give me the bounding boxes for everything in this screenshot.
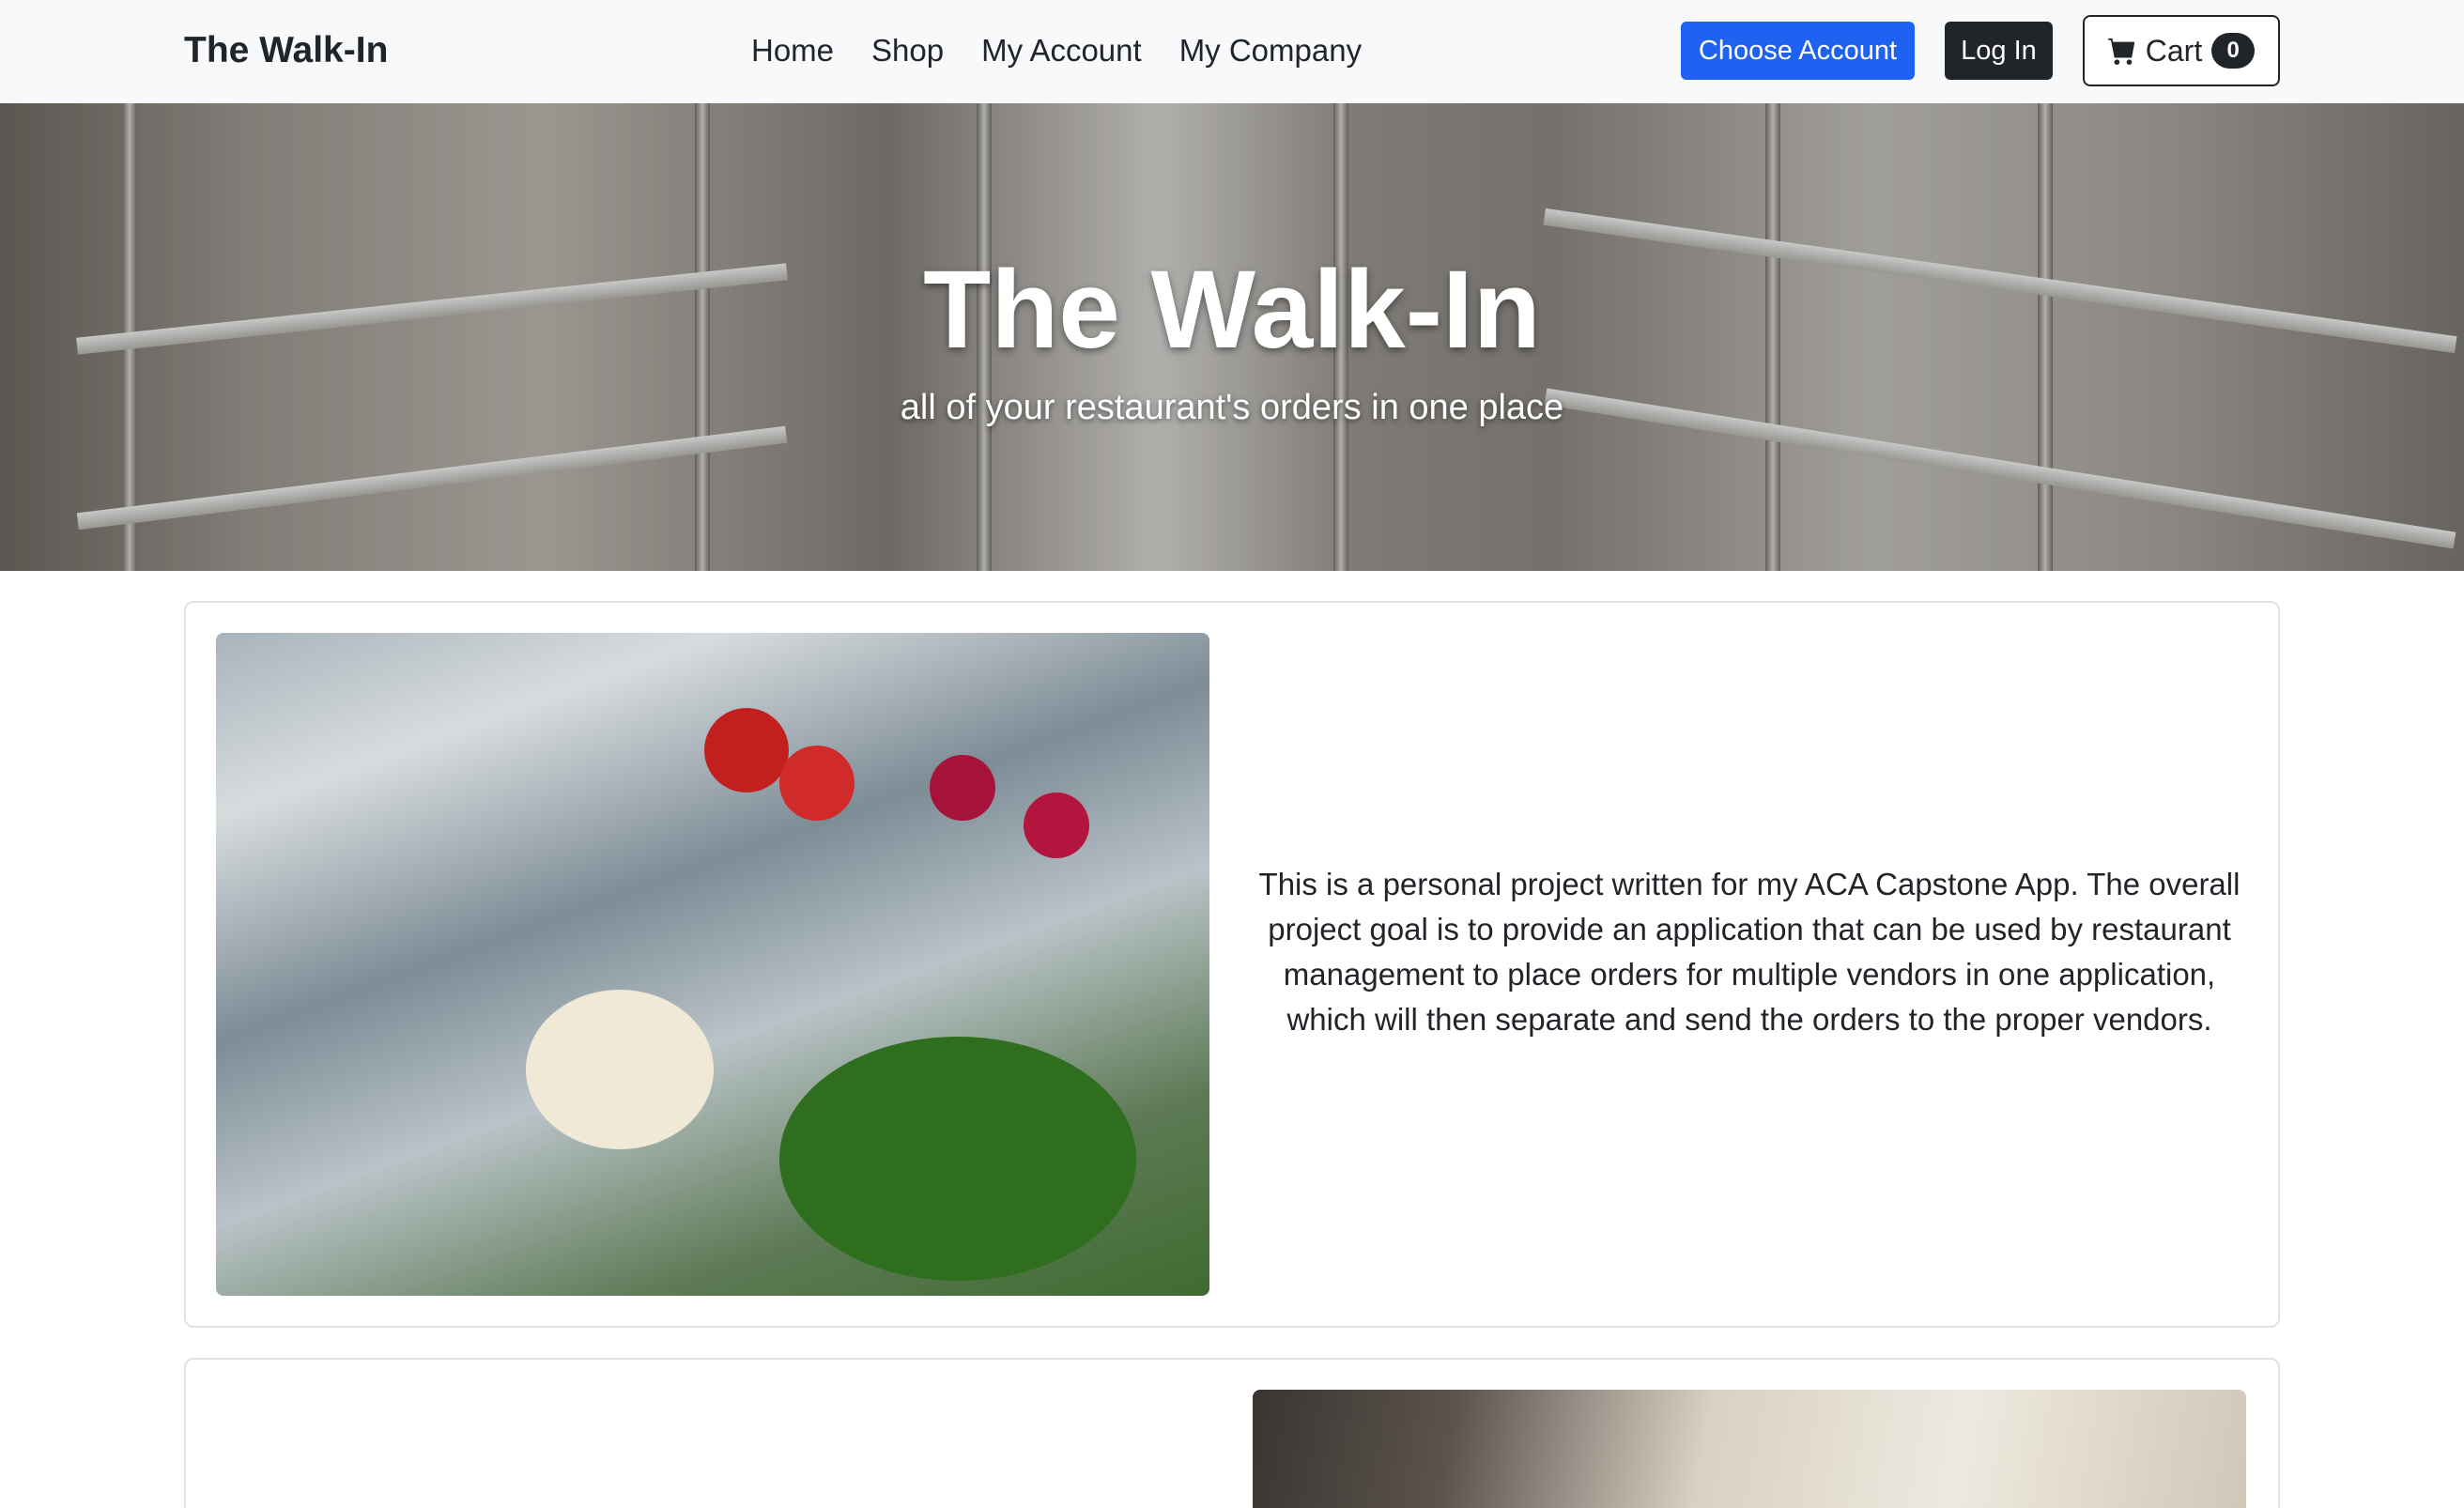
feature-card: [184, 1358, 2280, 1508]
produce-fridge-image: [216, 633, 1209, 1296]
cauliflower-shape: [526, 990, 714, 1149]
hero-subtitle: all of your restaurant's orders in one p…: [900, 388, 1564, 427]
about-card: This is a personal project written for m…: [184, 601, 2280, 1328]
choose-account-button[interactable]: Choose Account: [1681, 22, 1915, 80]
about-text: This is a personal project written for m…: [1258, 867, 2241, 1037]
brand-link[interactable]: The Walk-In: [184, 24, 388, 77]
tomato-shape: [704, 708, 789, 792]
nav-links: Home Shop My Account My Company: [732, 24, 1380, 77]
nav-link-my-account[interactable]: My Account: [962, 24, 1161, 77]
tomato-shape: [779, 746, 855, 821]
radish-shape: [1024, 792, 1089, 858]
cart-button[interactable]: Cart 0: [2083, 15, 2280, 86]
radish-shape: [930, 755, 995, 821]
cart-label: Cart: [2145, 34, 2203, 68]
nav-link-my-company[interactable]: My Company: [1161, 24, 1380, 77]
kitchen-image: [1253, 1390, 2246, 1508]
login-button[interactable]: Log In: [1945, 22, 2053, 80]
nav-link-home[interactable]: Home: [732, 24, 853, 77]
hero-banner: The Walk-In all of your restaurant's ord…: [0, 103, 2464, 571]
lettuce-shape: [779, 1037, 1136, 1281]
cart-icon: [2107, 38, 2134, 65]
cart-count-badge: 0: [2211, 33, 2256, 69]
nav-link-shop[interactable]: Shop: [853, 24, 962, 77]
hero-title: The Walk-In: [923, 248, 1541, 372]
navbar: The Walk-In Home Shop My Account My Comp…: [0, 0, 2464, 103]
